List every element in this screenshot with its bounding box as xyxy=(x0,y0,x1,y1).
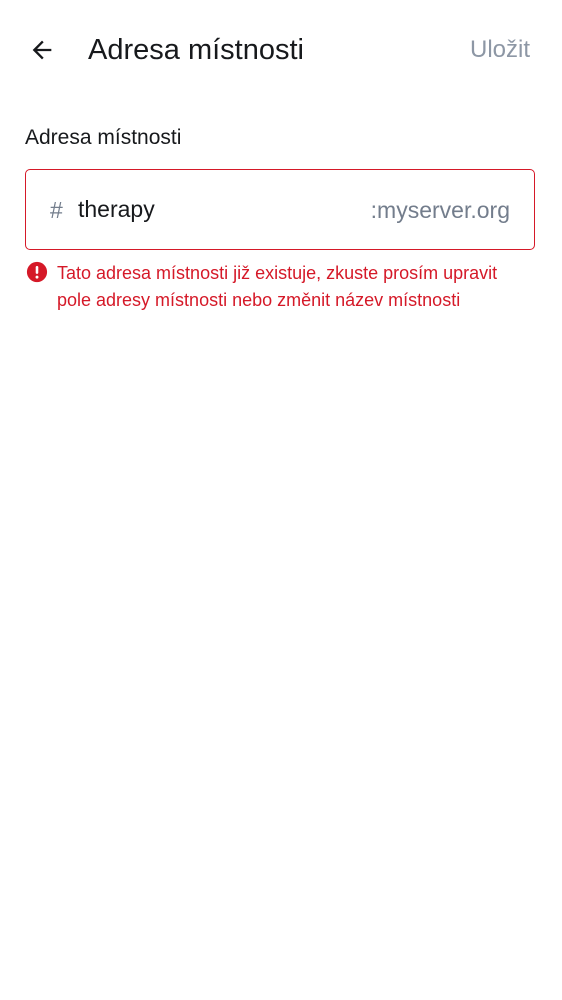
arrow-left-icon xyxy=(32,40,52,60)
room-address-screen: Adresa místnosti Uložit Adresa místnosti… xyxy=(0,0,562,1000)
page-title: Adresa místnosti xyxy=(88,34,304,66)
back-button[interactable] xyxy=(20,28,64,72)
server-suffix: :myserver.org xyxy=(370,197,510,223)
top-app-bar: Adresa místnosti Uložit xyxy=(0,0,562,100)
address-prefix: # xyxy=(50,197,63,223)
address-field[interactable]: # :myserver.org xyxy=(25,169,535,250)
save-button[interactable]: Uložit xyxy=(470,28,530,72)
error-icon xyxy=(26,261,48,283)
address-input[interactable] xyxy=(78,170,328,249)
address-field-label: Adresa místnosti xyxy=(25,126,182,149)
error-message: Tato adresa místnosti již existuje, zkus… xyxy=(57,263,498,310)
